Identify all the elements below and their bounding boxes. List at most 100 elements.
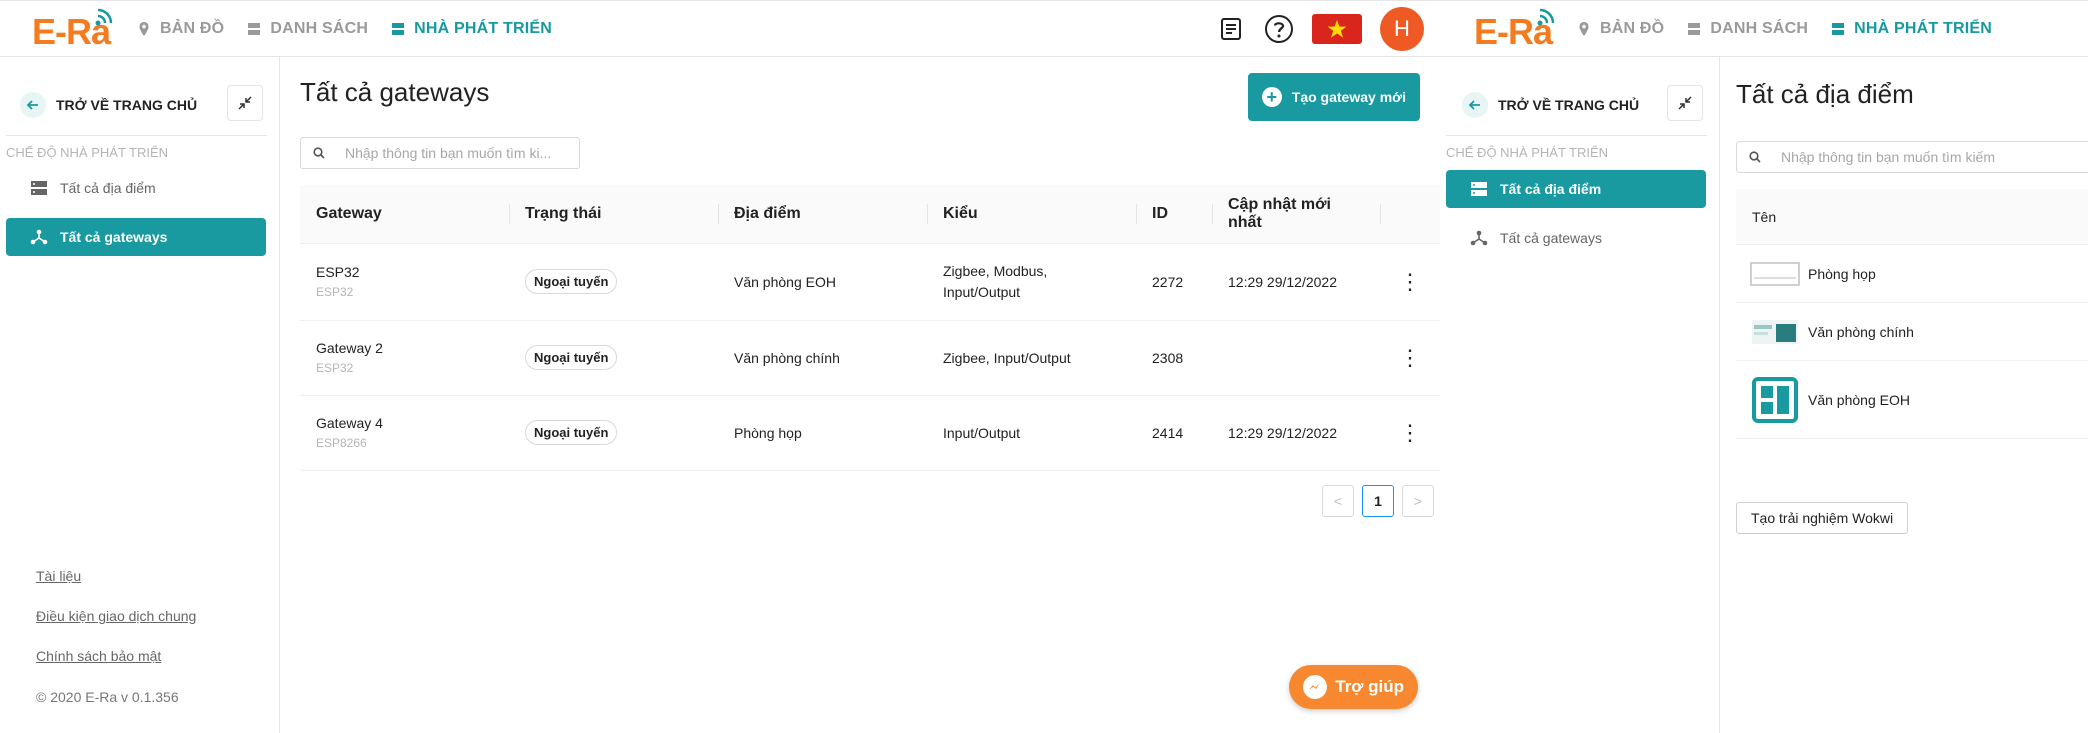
location-cell: Văn phòng EOH [718, 243, 927, 321]
share-nodes-icon [30, 229, 48, 245]
copyright-text: © 2020 E-Ra v 0.1.356 [36, 689, 179, 705]
id-cell: 2308 [1136, 320, 1212, 396]
developer-icon [1832, 23, 1845, 35]
collapse-arrows-icon [1678, 96, 1692, 110]
next-page-button[interactable]: > [1402, 485, 1434, 517]
updated-cell: 12:29 29/12/2022 [1212, 243, 1380, 321]
era-logo[interactable]: E-Ra [32, 7, 118, 52]
create-gateway-button[interactable]: + Tạo gateway mới [1247, 73, 1420, 121]
id-cell: 2272 [1136, 243, 1212, 321]
prev-page-button[interactable]: < [1322, 485, 1354, 517]
document-icon [1221, 18, 1241, 40]
status-badge: Ngoại tuyến [525, 345, 618, 370]
list-item[interactable]: Phòng họp [1736, 245, 2088, 303]
nav-developer-label: NHÀ PHÁT TRIỂN [414, 20, 553, 37]
plus-icon: + [1261, 87, 1282, 107]
type-cell-line: Input/Output [943, 424, 1021, 441]
type-cell-line: Zigbee, Modbus, [943, 262, 1048, 279]
gateway-name[interactable]: Gateway 2 [316, 340, 493, 356]
list-icon [1688, 23, 1701, 35]
collapse-arrows-icon [238, 96, 252, 110]
question-icon [1265, 15, 1293, 43]
column-header-name[interactable]: Tên [1752, 209, 1776, 225]
back-home-label: TRỞ VỀ TRANG CHỦ [1498, 97, 1640, 113]
table-row[interactable]: Gateway 4 ESP8266 Ngoại tuyến Phòng họp I… [300, 395, 1440, 471]
main-content: Tất cả gateways + Tạo gateway mới Gatewa… [280, 57, 1440, 733]
column-header-updated[interactable]: Cập nhật mới nhất [1212, 185, 1380, 244]
collapse-sidebar-button[interactable] [227, 85, 263, 121]
column-header-gateway[interactable]: Gateway [300, 185, 509, 244]
gateways-window: E-Ra BẢN ĐỒ DANH SÁCH NHÀ PHÁT TRIỂN H T… [0, 0, 1440, 733]
location-cell: Phòng họp [718, 395, 927, 471]
nav-map-label: BẢN ĐỒ [160, 20, 225, 37]
column-header-type[interactable]: Kiểu [927, 185, 1136, 244]
sidebar: TRỞ VỀ TRANG CHỦ CHẾ ĐỘ NHÀ PHÁT TRIỂN T… [1440, 57, 1720, 733]
developer-icon [392, 23, 405, 35]
notes-button[interactable] [1216, 14, 1246, 44]
collapse-sidebar-button[interactable] [1667, 85, 1703, 121]
nav-developer[interactable]: NHÀ PHÁT TRIỂN [1830, 20, 1992, 38]
nav-map[interactable]: BẢN ĐỒ [136, 20, 224, 38]
list-icon [248, 23, 261, 35]
help-chat-button[interactable]: Trợ giúp [1289, 665, 1418, 709]
more-vertical-icon[interactable]: ⋮ [1396, 420, 1424, 446]
table-row[interactable]: Gateway 2 ESP32 Ngoại tuyến Văn phòng chí… [300, 320, 1440, 396]
section-label: CHẾ ĐỘ NHÀ PHÁT TRIỂN [1446, 145, 1609, 160]
gateway-board: ESP32 [316, 361, 354, 375]
table-header-row: Tên [1736, 189, 2088, 245]
more-vertical-icon[interactable]: ⋮ [1396, 269, 1424, 295]
privacy-link[interactable]: Chính sách bảo mật [36, 648, 161, 664]
gateway-name[interactable]: Gateway 4 [316, 415, 493, 431]
nav-developer[interactable]: NHÀ PHÁT TRIỂN [390, 20, 552, 38]
location-name: Phòng họp [1808, 265, 1876, 282]
status-badge: Ngoại tuyến [525, 420, 618, 445]
help-chat-label: Trợ giúp [1335, 677, 1404, 696]
search-input[interactable] [345, 145, 555, 161]
sidebar-item-gateways[interactable]: Tất cả gateways [1446, 219, 1706, 257]
nav-list[interactable]: DANH SÁCH [1686, 20, 1808, 38]
main-office-thumb [1750, 319, 1800, 344]
era-logo[interactable]: E-Ra [1474, 7, 1560, 52]
column-header-status[interactable]: Trạng thái [509, 185, 718, 244]
search-icon [1749, 151, 1761, 163]
table-header-row: Gateway Trạng thái Địa điểm Kiểu ID Cập … [300, 185, 1440, 244]
column-header-location[interactable]: Địa điểm [718, 185, 927, 244]
section-label: CHẾ ĐỘ NHÀ PHÁT TRIỂN [6, 145, 169, 160]
top-bar: E-Ra BẢN ĐỒ DANH SÁCH NHÀ PHÁT TRIỂN [1440, 1, 2088, 57]
docs-link[interactable]: Tài liệu [36, 568, 81, 584]
page-1-button[interactable]: 1 [1362, 485, 1394, 517]
sidebar-item-locations[interactable]: Tất cả địa điểm [6, 169, 266, 207]
search-icon [313, 147, 325, 159]
help-question-button[interactable] [1264, 14, 1294, 44]
create-wokwi-button[interactable]: Tạo trải nghiệm Wokwi [1736, 502, 1909, 534]
map-pin-icon [139, 22, 149, 36]
page-title: Tất cả gateways [300, 77, 490, 107]
gateway-name[interactable]: ESP32 [316, 264, 493, 280]
table-row[interactable]: ESP32 ESP32 Ngoại tuyến Văn phòng EOH Zig… [300, 243, 1440, 321]
back-home[interactable]: TRỞ VỀ TRANG CHỦ [20, 85, 263, 125]
terms-link[interactable]: Điều kiện giao dịch chung [36, 608, 196, 624]
arrow-left-icon [20, 92, 46, 118]
meeting-room-thumb [1750, 261, 1800, 286]
locations-window: E-Ra BẢN ĐỒ DANH SÁCH NHÀ PHÁT TRIỂN TRỞ… [1440, 0, 2088, 733]
search-input[interactable] [1781, 149, 2081, 165]
list-item[interactable]: Văn phòng chính [1736, 303, 2088, 361]
sidebar-item-locations[interactable]: Tất cả địa điểm [1446, 170, 1706, 208]
nav-map[interactable]: BẢN ĐỒ [1576, 20, 1664, 38]
column-header-id[interactable]: ID [1136, 185, 1212, 244]
type-cell-line: Zigbee, Input/Output [943, 349, 1071, 366]
list-item[interactable]: Văn phòng EOH [1736, 361, 2088, 439]
user-avatar[interactable]: H [1380, 7, 1424, 51]
status-badge: Ngoại tuyến [525, 269, 618, 294]
language-flag-vn[interactable] [1312, 14, 1362, 44]
dashboard-icon [1750, 376, 1800, 424]
top-bar: E-Ra BẢN ĐỒ DANH SÁCH NHÀ PHÁT TRIỂN [0, 1, 1440, 57]
sidebar-item-label: Tất cả gateways [60, 229, 168, 245]
sidebar-item-gateways[interactable]: Tất cả gateways [6, 218, 266, 256]
gateways-table: Gateway Trạng thái Địa điểm Kiểu ID Cập … [300, 185, 1440, 471]
more-vertical-icon[interactable]: ⋮ [1396, 345, 1424, 371]
main-content: Tất cả địa điểm Tên Phòng họp Văn phòng … [1720, 57, 2088, 733]
nav-list[interactable]: DANH SÁCH [246, 20, 368, 38]
back-home[interactable]: TRỞ VỀ TRANG CHỦ [1462, 85, 1703, 125]
search-field [300, 137, 580, 169]
